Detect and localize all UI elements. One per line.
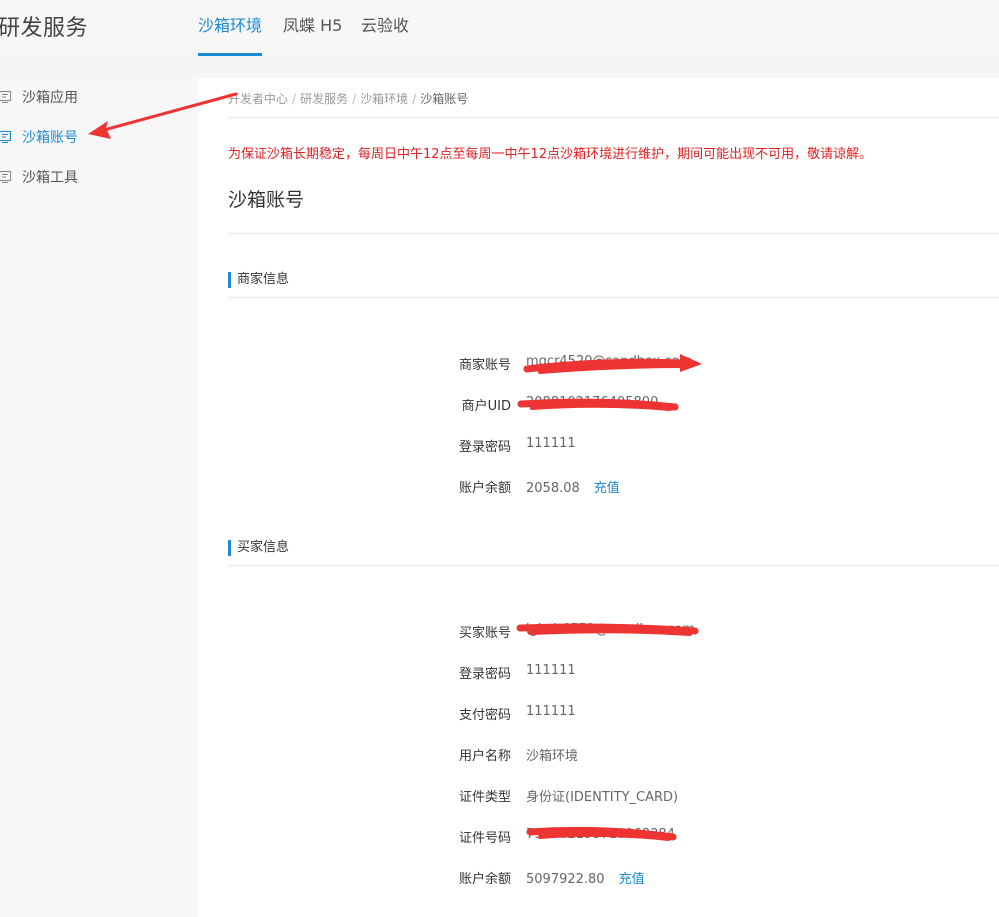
buyer-id-number-value: 793502198710068384 xyxy=(526,827,675,842)
buyer-id-type-label: 证件类型 xyxy=(458,790,511,805)
merchant-balance-value: 2058.08 充值 xyxy=(526,477,620,496)
buyer-login-password-value: 111111 xyxy=(526,663,576,678)
buyer-username-label: 用户名称 xyxy=(458,749,511,764)
buyer-pay-password-value: 111111 xyxy=(526,704,576,719)
breadcrumb-developer-center[interactable]: 开发者中心 xyxy=(228,92,288,106)
merchant-section-title: 商家信息 xyxy=(228,272,289,288)
buyer-recharge-link[interactable]: 充值 xyxy=(619,872,645,887)
divider xyxy=(228,117,999,118)
merchant-password-row: 登录密码 111111 xyxy=(198,436,999,456)
buyer-balance-label: 账户余额 xyxy=(458,872,511,887)
divider xyxy=(228,565,999,566)
merchant-uid-value: 2088102176405800 xyxy=(526,395,659,410)
merchant-password-value: 111111 xyxy=(526,436,576,451)
sidebar-item-sandbox-tools[interactable]: 沙箱工具 xyxy=(0,165,78,189)
breadcrumb-current: 沙箱账号 xyxy=(420,92,469,106)
buyer-username-value: 沙箱环境 xyxy=(526,749,579,764)
tab-sandbox-env[interactable]: 沙箱环境 xyxy=(198,12,262,36)
buyer-id-number-label: 证件号码 xyxy=(458,831,511,846)
breadcrumb-sandbox-env[interactable]: 沙箱环境 xyxy=(360,92,408,106)
brand-title: 研发服务 xyxy=(0,16,89,41)
buyer-pay-password-label: 支付密码 xyxy=(458,708,511,723)
merchant-uid-label: 商户UID xyxy=(461,399,511,414)
tab-cloud-acceptance[interactable]: 云验收 xyxy=(361,12,409,36)
buyer-id-type-row: 证件类型 身份证(IDENTITY_CARD) xyxy=(198,786,999,806)
tab-fengdie-h5[interactable]: 凤蝶 H5 xyxy=(283,12,342,36)
active-tab-indicator xyxy=(198,53,262,56)
sandbox-app-icon xyxy=(0,90,12,103)
merchant-account-value: mqcr4520@sandbox.com xyxy=(526,354,693,369)
merchant-uid-row: 商户UID 2088102176405800 xyxy=(198,395,999,415)
sidebar-item-label: 沙箱应用 xyxy=(22,90,78,106)
buyer-pay-password-row: 支付密码 111111 xyxy=(198,704,999,724)
divider xyxy=(228,233,999,234)
top-nav-bar: 研发服务 沙箱环境 凤蝶 H5 云验收 xyxy=(0,0,999,58)
merchant-recharge-link[interactable]: 充值 xyxy=(594,481,620,496)
main-content: 开发者中心 / 研发服务 / 沙箱环境 / 沙箱账号 为保证沙箱长期稳定，每周日中午12点至… xyxy=(198,78,999,917)
merchant-password-label: 登录密码 xyxy=(458,440,511,455)
breadcrumb: 开发者中心 / 研发服务 / 沙箱环境 / 沙箱账号 xyxy=(228,92,469,106)
sidebar: 沙箱应用 沙箱账号 沙箱工具 xyxy=(0,78,198,917)
buyer-account-row: 买家账号 lgkxir6552@sandbox.com xyxy=(198,622,999,642)
buyer-id-number-row: 证件号码 793502198710068384 xyxy=(198,827,999,847)
merchant-account-row: 商家账号 mqcr4520@sandbox.com xyxy=(198,354,999,374)
buyer-section-title: 买家信息 xyxy=(228,540,289,556)
buyer-balance-row: 账户余额 5097922.80 充值 xyxy=(198,868,999,888)
merchant-account-label: 商家账号 xyxy=(458,358,511,373)
buyer-balance-value: 5097922.80 充值 xyxy=(526,868,645,887)
merchant-balance-label: 账户余额 xyxy=(458,481,511,496)
sidebar-item-label: 沙箱工具 xyxy=(22,170,78,186)
divider xyxy=(228,297,999,298)
maintenance-notice: 为保证沙箱长期稳定，每周日中午12点至每周一中午12点沙箱环境进行维护，期间可能… xyxy=(228,147,873,162)
buyer-account-value: lgkxir6552@sandbox.com xyxy=(526,622,695,637)
buyer-balance-amount: 5097922.80 xyxy=(526,872,605,887)
buyer-account-label: 买家账号 xyxy=(458,626,511,641)
buyer-id-type-value: 身份证(IDENTITY_CARD) xyxy=(526,790,679,805)
breadcrumb-rd-service[interactable]: 研发服务 xyxy=(300,92,348,106)
sandbox-account-icon xyxy=(0,130,12,143)
buyer-login-password-row: 登录密码 111111 xyxy=(198,663,999,683)
sidebar-item-sandbox-account[interactable]: 沙箱账号 xyxy=(0,125,78,149)
sidebar-item-sandbox-app[interactable]: 沙箱应用 xyxy=(0,85,78,109)
buyer-username-row: 用户名称 沙箱环境 xyxy=(198,745,999,765)
page-title: 沙箱账号 xyxy=(228,189,305,211)
merchant-balance-row: 账户余额 2058.08 充值 xyxy=(198,477,999,497)
sidebar-item-label: 沙箱账号 xyxy=(22,130,78,146)
buyer-login-password-label: 登录密码 xyxy=(458,667,511,682)
merchant-balance-amount: 2058.08 xyxy=(526,481,580,496)
sandbox-tools-icon xyxy=(0,170,12,183)
